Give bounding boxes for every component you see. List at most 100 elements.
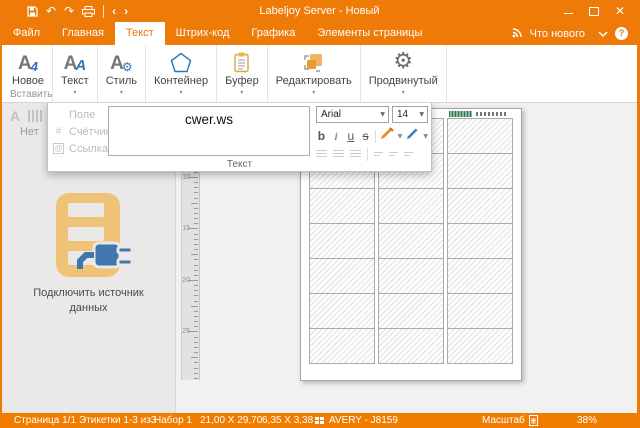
link-icon: @ (53, 143, 64, 154)
align-right-icon[interactable] (350, 150, 361, 159)
close-icon[interactable]: ✕ (615, 5, 625, 17)
font-size-select[interactable]: 14 ▼ (392, 106, 428, 123)
tab-главная[interactable]: Главная (51, 22, 115, 45)
container-icon (170, 48, 192, 73)
label-cell[interactable] (309, 188, 375, 224)
redo-icon[interactable]: ↷ (64, 5, 74, 17)
label-cell[interactable] (447, 258, 513, 294)
label-cell[interactable] (309, 258, 375, 294)
labeljoy-window: ↶ ↷ ‹ › Labeljoy Server - Новый ✕ ФайлГл… (0, 0, 640, 428)
nav-forward-icon[interactable]: › (124, 5, 128, 17)
print-icon[interactable] (82, 6, 95, 17)
help-icon[interactable]: ? (615, 27, 628, 40)
ribbon-button-edit[interactable]: Редактировать ▾ (268, 45, 361, 102)
flyout-item-counter[interactable]: #Счётчик (53, 123, 110, 140)
whats-new-link[interactable]: Что нового (530, 28, 585, 40)
status-template[interactable]: AVERY - J8159 (329, 413, 398, 428)
valign-top-icon[interactable] (374, 151, 383, 158)
tab-текст[interactable]: Текст (115, 22, 165, 45)
toolbar-divider (103, 5, 104, 18)
nav-back-icon[interactable]: ‹ (112, 5, 116, 17)
status-label-size: 6,35 X 3,38 (262, 413, 313, 428)
text-flyout-panel: Поле#Счётчик@Ссылка cwer.ws Arial ▼ 14 ▼… (47, 103, 432, 172)
label-cell[interactable] (447, 118, 513, 154)
no-source-label: Нет (20, 126, 39, 138)
status-labels-range: Этикетки 1-3 из3 (79, 413, 156, 428)
label-cell[interactable] (378, 328, 444, 364)
tab-элементы-страницы[interactable]: Элементы страницы (306, 22, 433, 45)
tab-графика[interactable]: Графика (240, 22, 306, 45)
tab-штрих-код[interactable]: Штрих-код (165, 22, 241, 45)
align-left-icon[interactable] (316, 150, 327, 159)
barcode-green[interactable] (449, 111, 472, 117)
window-controls: ✕ (564, 5, 625, 17)
text-icon: AA (64, 48, 87, 73)
label-cell[interactable] (447, 328, 513, 364)
status-bar: Страница 1/1 Этикетки 1-3 из3 Набор 1 21… (2, 413, 637, 428)
template-icon (315, 417, 324, 424)
ribbon-button-text[interactable]: AA Текст ▾ (53, 45, 98, 102)
ruler-label: 25 (182, 328, 190, 335)
ribbon-button-container[interactable]: Контейнер ▾ (146, 45, 217, 102)
ribbon-button-buffer[interactable]: Буфер ▾ (217, 45, 268, 102)
database-plug-icon[interactable] (44, 191, 136, 290)
label-cell[interactable] (309, 328, 375, 364)
status-zoom-label: Масштаб (482, 413, 525, 428)
underline-button[interactable]: u (345, 129, 356, 143)
status-page-size: 21,00 X 29,70 (200, 413, 262, 428)
chevron-down-icon: ▼ (380, 111, 388, 118)
label-cell[interactable] (447, 293, 513, 329)
status-set: Набор 1 (154, 413, 192, 428)
label-cell[interactable] (447, 223, 513, 259)
label-cell[interactable] (378, 293, 444, 329)
label-cell[interactable] (309, 293, 375, 329)
align-center-icon[interactable] (333, 150, 344, 159)
label-cell[interactable] (378, 188, 444, 224)
status-zoom-value[interactable]: 38% (577, 413, 597, 428)
connect-data-source-label[interactable]: Подключить источник данных (22, 286, 155, 316)
quick-access-toolbar: ↶ ↷ ‹ › (27, 5, 128, 18)
tiny-text[interactable] (476, 112, 507, 116)
divider (375, 130, 376, 143)
label-cell[interactable] (447, 153, 513, 189)
ribbon-button-style[interactable]: A⚙ Стиль ▾ (98, 45, 146, 102)
tab-файл[interactable]: Файл (2, 22, 51, 45)
ribbon-button-advanced[interactable]: ⚙ Продвинутый ▾ (361, 45, 447, 102)
label-cell[interactable] (378, 258, 444, 294)
highlight-pen-icon[interactable] (380, 127, 394, 145)
rss-icon (512, 27, 523, 41)
label-cell[interactable] (309, 223, 375, 259)
italic-button[interactable]: i (331, 129, 342, 143)
label-cell[interactable] (378, 223, 444, 259)
bold-button[interactable]: b (316, 129, 327, 143)
strikethrough-button[interactable]: s (360, 129, 371, 143)
chevron-down-icon[interactable]: ▼ (423, 133, 428, 140)
collapse-ribbon-icon[interactable] (598, 28, 608, 40)
font-family-select[interactable]: Arial ▼ (316, 106, 389, 123)
ruler-label: 20 (182, 277, 190, 284)
flyout-item-link[interactable]: @Ссылка (53, 140, 110, 157)
minimize-icon[interactable] (564, 13, 573, 14)
disabled-text-icon: A (10, 108, 20, 124)
zoom-width-icon[interactable] (529, 415, 538, 428)
title-bar: ↶ ↷ ‹ › Labeljoy Server - Новый ✕ (2, 0, 637, 22)
counter-icon: # (53, 126, 64, 137)
label-cell[interactable] (447, 188, 513, 224)
status-page: Страница 1/1 (14, 413, 76, 428)
ribbon: A4 Новое AA Текст ▾ A⚙ Стиль ▾ Контейнер… (2, 45, 637, 103)
valign-middle-icon[interactable] (389, 151, 398, 158)
main-area: A Нет Под (2, 103, 637, 413)
disabled-barcode-icon (28, 110, 44, 122)
valign-bottom-icon[interactable] (404, 151, 413, 158)
new-text-icon: A4 (18, 48, 38, 73)
tabrow-right: Что нового ? (512, 22, 628, 45)
flyout-item-field[interactable]: Поле (53, 106, 110, 123)
color-pen-icon[interactable] (406, 127, 419, 145)
clipboard-icon (233, 48, 250, 73)
maximize-icon[interactable] (589, 7, 599, 16)
save-icon[interactable] (27, 6, 38, 17)
label-text-input[interactable]: cwer.ws (108, 106, 310, 156)
ruler-label: 15 (182, 225, 190, 232)
undo-icon[interactable]: ↶ (46, 5, 56, 17)
chevron-down-icon[interactable]: ▼ (398, 133, 403, 140)
